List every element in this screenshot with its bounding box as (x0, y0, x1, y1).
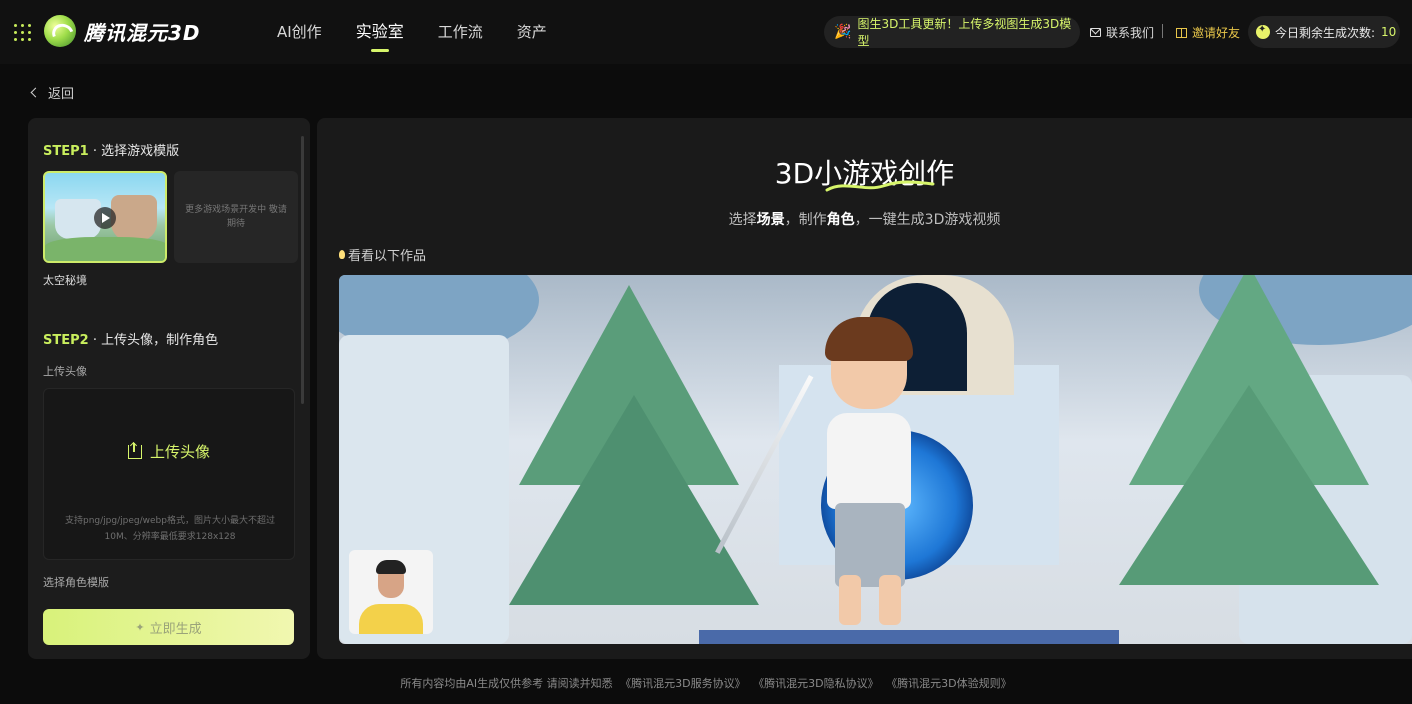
step1-title: STEP1 · 选择游戏模版 (43, 140, 179, 159)
source-avatar-thumbnail (349, 550, 433, 634)
generation-quota: 今日剩余生成次数: 10 (1248, 16, 1400, 48)
gift-icon (1176, 27, 1187, 38)
contact-us-link[interactable]: 联系我们 (1090, 24, 1154, 41)
logo-text: 腾讯混元3D (84, 20, 201, 45)
template-card-space[interactable] (43, 171, 167, 263)
hunyuan-logo-icon (44, 15, 76, 47)
footer-link-rules[interactable]: 《腾讯混元3D体验规则》 (886, 677, 1011, 690)
title-underline-squiggle (825, 180, 935, 192)
avatar-upload-dropzone[interactable]: 上传头像 支持png/jpg/jpeg/webp格式，图片大小最大不超过10M、… (43, 388, 295, 560)
main-nav: AI创作 实验室 工作流 资产 (260, 0, 564, 64)
showcase-panel: 3D小游戏创作 选择场景，制作角色，一键生成3D游戏视频 看看以下作品 (317, 118, 1412, 659)
upload-button-label: 上传头像 (150, 443, 211, 461)
invite-friends-link[interactable]: 邀请好友 (1176, 24, 1240, 41)
works-label: 看看以下作品 (348, 249, 427, 264)
subtitle-part: 选择 (728, 212, 757, 228)
generate-button-label: 立即生成 (149, 621, 202, 637)
upload-icon (128, 442, 142, 459)
template-label: 太空秘境 (43, 274, 87, 287)
choose-character-template-label: 选择角色模版 (43, 576, 109, 589)
header-divider (1162, 24, 1163, 38)
logo[interactable]: 腾讯混元3D (44, 15, 201, 47)
invite-label: 邀请好友 (1192, 26, 1241, 40)
nav-assets[interactable]: 资产 (500, 0, 564, 64)
contact-us-label: 联系我们 (1106, 26, 1155, 40)
step1-text: · 选择游戏模版 (92, 144, 180, 159)
apps-grid-icon[interactable] (14, 24, 32, 42)
mail-icon (1090, 28, 1101, 37)
footer-notice: 所有内容均由AI生成仅供参考 请阅读并知悉 (400, 677, 613, 690)
nav-lab[interactable]: 实验室 (339, 0, 421, 64)
quota-label: 今日剩余生成次数: (1275, 25, 1376, 40)
announcement-banner[interactable]: 🎉 图生3D工具更新！上传多视图生成3D模型 (824, 16, 1080, 48)
announcement-text: 图生3D工具更新！上传多视图生成3D模型 (857, 17, 1072, 48)
generate-button[interactable]: ✦ 立即生成 (43, 609, 294, 645)
quota-value: 10 (1381, 25, 1397, 39)
upload-avatar-button[interactable]: 上传头像 (128, 441, 210, 462)
sparkle-icon: ✦ (135, 620, 145, 634)
footer-link-privacy[interactable]: 《腾讯混元3D隐私协议》 (753, 677, 878, 690)
play-icon[interactable] (94, 207, 116, 229)
footer: 所有内容均由AI生成仅供参考 请阅读并知悉 《腾讯混元3D服务协议》 《腾讯混元… (0, 675, 1412, 691)
upload-avatar-label: 上传头像 (43, 365, 87, 378)
template-card-coming-soon: 更多游戏场景开发中 敬请期待 (174, 171, 298, 263)
subtitle-part: ，一键生成3D游戏视频 (854, 212, 1001, 228)
step2-text: · 上传头像，制作角色 (92, 333, 219, 348)
left-panel-scrollbar[interactable] (301, 136, 304, 404)
works-heading: 看看以下作品 (339, 245, 426, 264)
page-subtitle: 选择场景，制作角色，一键生成3D游戏视频 (317, 209, 1412, 229)
step2-title: STEP2 · 上传头像，制作角色 (43, 329, 218, 348)
subtitle-character: 角色 (826, 212, 855, 228)
chevron-left-icon (30, 87, 41, 98)
config-panel: STEP1 · 选择游戏模版 更多游戏场景开发中 敬请期待 太空秘境 STEP2… (28, 118, 310, 659)
nav-ai-create[interactable]: AI创作 (260, 0, 339, 64)
back-label: 返回 (48, 87, 75, 102)
sparkle-coin-icon (1256, 24, 1270, 39)
footer-link-service-agreement[interactable]: 《腾讯混元3D服务协议》 (620, 677, 745, 690)
subtitle-scene: 场景 (756, 212, 785, 228)
party-popper-icon: 🎉 (834, 24, 852, 40)
subtitle-part: ，制作 (784, 212, 827, 228)
back-button[interactable]: 返回 (30, 83, 75, 102)
nav-workflow[interactable]: 工作流 (421, 0, 500, 64)
lightbulb-icon (339, 250, 345, 259)
step1-prefix: STEP1 (43, 144, 89, 159)
sample-video-preview[interactable] (339, 275, 1412, 644)
upload-hint: 支持png/jpg/jpeg/webp格式，图片大小最大不超过10M、分辨率最低… (65, 516, 275, 542)
step2-prefix: STEP2 (43, 333, 89, 348)
top-header: 腾讯混元3D AI创作 实验室 工作流 资产 🎉 图生3D工具更新！上传多视图生… (0, 0, 1412, 64)
